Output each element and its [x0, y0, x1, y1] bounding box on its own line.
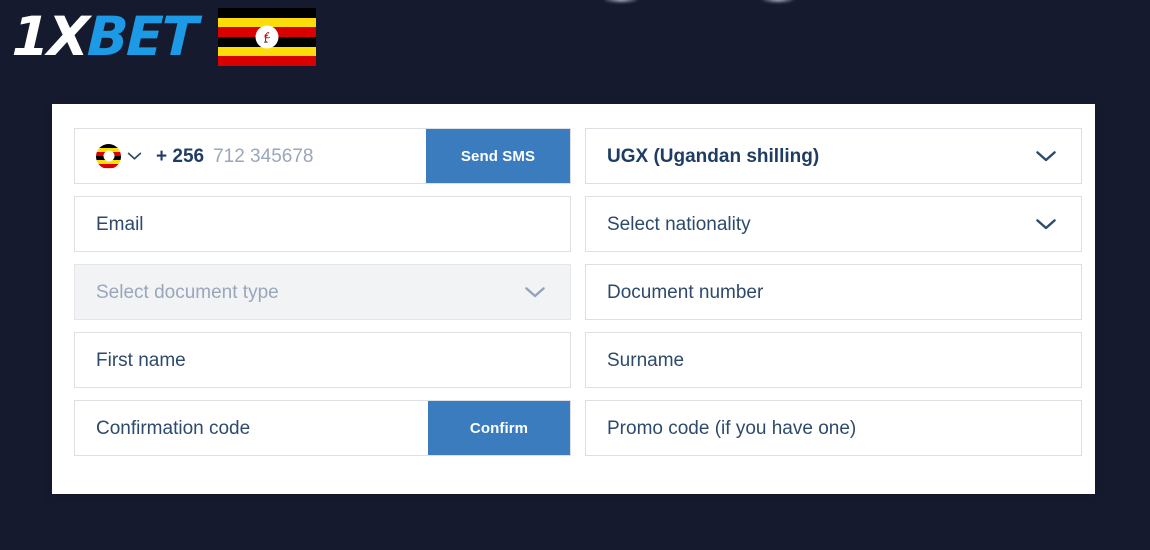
dial-code: + 256: [156, 145, 205, 167]
surname-placeholder: Surname: [607, 349, 685, 371]
country-flag-uganda-icon[interactable]: [96, 143, 121, 169]
currency-selected-value: UGX (Ugandan shilling): [607, 145, 820, 167]
logo-text-bet: BET: [86, 5, 198, 68]
email-field[interactable]: Email: [74, 196, 571, 252]
document-type-select[interactable]: Select document type: [74, 264, 571, 320]
currency-select[interactable]: UGX (Ugandan shilling): [585, 128, 1082, 184]
send-sms-button[interactable]: Send SMS: [426, 129, 570, 183]
phone-input-inner[interactable]: + 256 712 345678: [75, 143, 314, 169]
document-number-field[interactable]: Document number: [585, 264, 1082, 320]
document-number-placeholder: Document number: [607, 281, 764, 303]
nationality-select[interactable]: Select nationality: [585, 196, 1082, 252]
chevron-down-icon[interactable]: [524, 285, 546, 299]
logo-text-1x: 1X: [10, 5, 89, 68]
first-name-placeholder: First name: [96, 349, 186, 371]
document-type-placeholder: Select document type: [96, 281, 279, 303]
registration-form-card: + 256 712 345678 Send SMS UGX (Ugandan s…: [52, 104, 1095, 494]
form-grid: + 256 712 345678 Send SMS UGX (Ugandan s…: [74, 128, 1082, 456]
confirm-button[interactable]: Confirm: [428, 401, 570, 455]
email-placeholder: Email: [96, 213, 144, 235]
confirmation-code-field[interactable]: Confirmation code Confirm: [74, 400, 571, 456]
site-header: 1XBET: [0, 0, 1150, 104]
first-name-field[interactable]: First name: [74, 332, 571, 388]
confirmation-code-placeholder: Confirmation code: [96, 417, 251, 439]
promo-code-placeholder: Promo code (if you have one): [607, 417, 857, 439]
brand-area[interactable]: 1XBET: [11, 5, 317, 68]
phone-number-field[interactable]: + 256 712 345678 Send SMS: [74, 128, 571, 184]
chevron-down-icon[interactable]: [1035, 149, 1057, 163]
chevron-down-icon[interactable]: [1035, 217, 1057, 231]
nationality-placeholder: Select nationality: [607, 213, 751, 235]
logo-1xbet[interactable]: 1XBET: [11, 5, 197, 68]
phone-input-placeholder: 712 345678: [213, 145, 314, 167]
uganda-flag-icon: [218, 8, 317, 66]
promo-code-field[interactable]: Promo code (if you have one): [585, 400, 1082, 456]
crested-crane-emblem-icon: [255, 25, 279, 49]
country-chevron-down-icon[interactable]: [127, 151, 142, 161]
surname-field[interactable]: Surname: [585, 332, 1082, 388]
